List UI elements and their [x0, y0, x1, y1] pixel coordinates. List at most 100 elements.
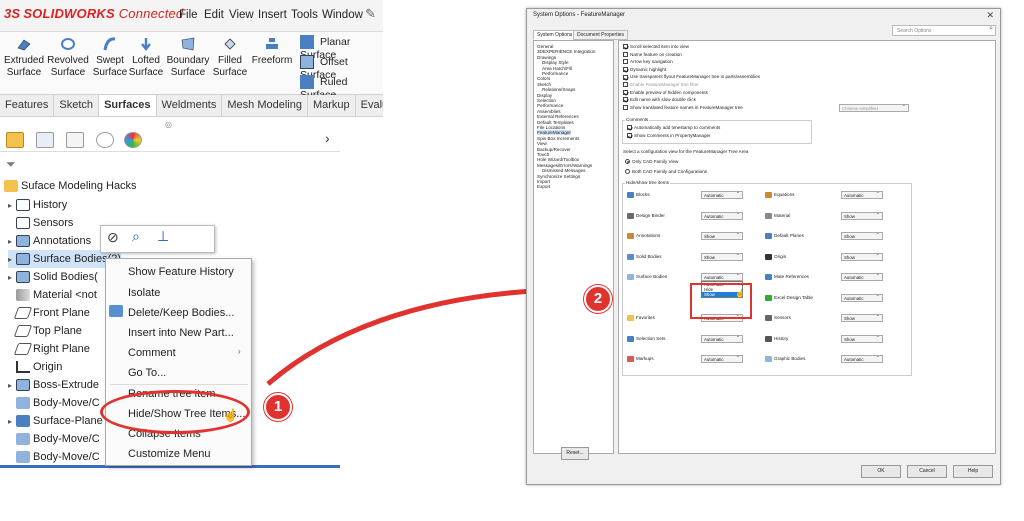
checkbox[interactable] [623, 97, 628, 103]
hide-show-dropdown[interactable]: Automatic [841, 190, 883, 199]
tab-weldments[interactable]: Weldments [157, 95, 223, 116]
menu-comment[interactable]: Comment [128, 347, 176, 359]
expand-arrow-icon[interactable]: ▸ [8, 233, 16, 251]
revolved-surface-button[interactable]: Revolved Surface [46, 36, 90, 79]
hide-show-dropdown[interactable]: Show [701, 252, 743, 261]
boundary-surface-button[interactable]: Boundary Surface [166, 36, 210, 79]
menu-go-to[interactable]: Go To... [128, 367, 166, 379]
option-checkbox-row[interactable]: Enable FeatureManager tree filter [623, 82, 699, 88]
tree-item-annotations[interactable]: ▸ Annotations [8, 232, 91, 250]
hide-show-dropdown[interactable]: Show [841, 313, 883, 322]
hide-show-dropdown[interactable]: Automatic [701, 190, 743, 199]
menu-file[interactable]: File [179, 9, 198, 21]
nav-item[interactable]: Import [537, 179, 550, 184]
cancel-button[interactable]: Cancel [907, 465, 947, 478]
tree-item-front-plane[interactable]: Front Plane [13, 304, 90, 322]
option-checkbox-row[interactable]: Name feature on creation [623, 52, 682, 58]
checkbox[interactable] [623, 89, 628, 95]
search-options-input[interactable]: Search Options ⌕ [892, 25, 996, 36]
checkbox[interactable] [627, 133, 632, 139]
menu-show-feature-history[interactable]: Show Feature History [128, 266, 234, 278]
option-checkbox-row[interactable]: Enable preview of hidden components [623, 90, 708, 96]
nav-item[interactable]: Sketch [537, 82, 551, 87]
comment-option-row[interactable]: Automatically add timestamp to comments [627, 125, 720, 131]
radio-button[interactable] [625, 169, 630, 175]
nav-item[interactable]: Colors [537, 76, 550, 81]
close-icon[interactable]: ✕ [986, 10, 994, 21]
hide-show-dropdown[interactable]: Automatic [701, 334, 743, 343]
hide-show-dropdown[interactable]: Show [841, 231, 883, 240]
tree-item-body-move-2[interactable]: Body-Move/C [16, 430, 100, 448]
normal-to-icon[interactable]: ⊥ [157, 228, 169, 245]
nav-item[interactable]: Selection [537, 98, 556, 103]
option-checkbox-row[interactable]: Arrow key navigation [623, 59, 673, 65]
checkbox[interactable] [623, 74, 628, 80]
menu-insert-into-new-part[interactable]: Insert into New Part... [128, 327, 234, 339]
hide-show-dropdown[interactable]: Show [701, 231, 743, 240]
tree-item-surface-plane[interactable]: ▸ Surface-Plane [8, 412, 103, 430]
tab-sketch[interactable]: Sketch [54, 95, 100, 116]
nav-item[interactable]: Spin Box Increments [537, 136, 579, 141]
expand-arrow-icon[interactable]: ▸ [8, 269, 16, 287]
option-checkbox-row[interactable]: Use transparent flyout FeatureManager tr… [623, 74, 760, 80]
nav-item[interactable]: Drawings [537, 55, 556, 60]
tab-document-properties[interactable]: Document Properties [573, 30, 628, 40]
nav-item[interactable]: Hole Wizard/Toolbox [537, 157, 579, 162]
tree-item-material[interactable]: Material <not [16, 286, 97, 304]
nav-item[interactable]: General [537, 44, 553, 49]
hide-show-dropdown[interactable]: Automatic [841, 354, 883, 363]
nav-item[interactable]: Relations/Snaps [542, 87, 575, 92]
nav-item[interactable]: Synchronize Settings [537, 174, 580, 179]
nav-item[interactable]: Export [537, 184, 550, 189]
tree-item-body-move-1[interactable]: Body-Move/C [16, 394, 100, 412]
hide-show-dropdown[interactable]: Show [841, 252, 883, 261]
expand-arrow-icon[interactable]: ▸ [8, 251, 16, 269]
filter-icon[interactable]: ⏷ [6, 157, 16, 172]
menu-view[interactable]: View [229, 9, 254, 21]
extruded-surface-button[interactable]: Extruded Surface [2, 36, 46, 79]
propertymanager-tab-icon[interactable] [36, 132, 54, 148]
nav-item[interactable]: Messages/Errors/Warnings [537, 163, 592, 168]
hide-show-dropdown[interactable]: Show [841, 334, 883, 343]
tree-item-sensors[interactable]: Sensors [16, 214, 73, 232]
nav-item[interactable]: Display [537, 93, 552, 98]
tab-features[interactable]: Features [0, 95, 55, 116]
nav-item[interactable]: File Locations [537, 125, 565, 130]
lofted-surface-button[interactable]: Lofted Surface [124, 36, 168, 79]
hide-show-dropdown[interactable]: Automatic [841, 272, 883, 281]
option-checkbox-row[interactable]: Scroll selected item into view [623, 44, 689, 50]
tab-surfaces[interactable]: Surfaces [99, 95, 157, 116]
checkbox[interactable] [627, 125, 632, 131]
checkbox[interactable] [623, 105, 628, 111]
hide-show-dropdown[interactable]: Automatic [841, 293, 883, 302]
option-checkbox-row[interactable]: Show translated feature names in Feature… [623, 105, 743, 111]
translation-language-dropdown[interactable]: Chinese-simplified [839, 103, 909, 112]
nav-item[interactable]: Dismissed Messages [542, 168, 585, 173]
menu-insert[interactable]: Insert [258, 9, 287, 21]
nav-item[interactable]: Area Hatch/Fill [542, 66, 572, 71]
hide-eye-icon[interactable]: ⊘ [107, 229, 119, 246]
tree-item-history[interactable]: ▸ History [8, 196, 67, 214]
tab-mesh-modeling[interactable]: Mesh Modeling [222, 95, 308, 116]
nav-item[interactable]: External References [537, 114, 579, 119]
filled-surface-button[interactable]: Filled Surface [208, 36, 252, 79]
nav-item[interactable]: Performance [537, 103, 563, 108]
nav-item[interactable]: Display Style [542, 60, 569, 65]
hide-show-dropdown[interactable]: Automatic [701, 211, 743, 220]
zoom-to-selection-icon[interactable]: ⌕ [132, 228, 140, 245]
nav-item[interactable]: View [537, 141, 547, 146]
nav-item[interactable]: Default Templates [537, 120, 574, 125]
menu-customize-menu[interactable]: Customize Menu [128, 448, 211, 460]
hide-show-dropdown[interactable]: Show [841, 211, 883, 220]
configurationmanager-tab-icon[interactable] [66, 132, 84, 148]
nav-item[interactable]: 3DEXPERIENCE Integration [537, 49, 595, 54]
menu-edit[interactable]: Edit [204, 9, 224, 21]
pin-icon[interactable]: ✎ [365, 6, 376, 22]
featuremanager-tab-icon[interactable] [6, 132, 24, 148]
tree-item-solid-bodies[interactable]: ▸ Solid Bodies( [8, 268, 98, 286]
tree-item-top-plane[interactable]: Top Plane [13, 322, 82, 340]
help-button[interactable]: Help [953, 465, 993, 478]
tab-markup[interactable]: Markup [308, 95, 356, 116]
checkbox[interactable] [623, 44, 628, 50]
nav-item[interactable]: Assemblies [537, 109, 561, 114]
